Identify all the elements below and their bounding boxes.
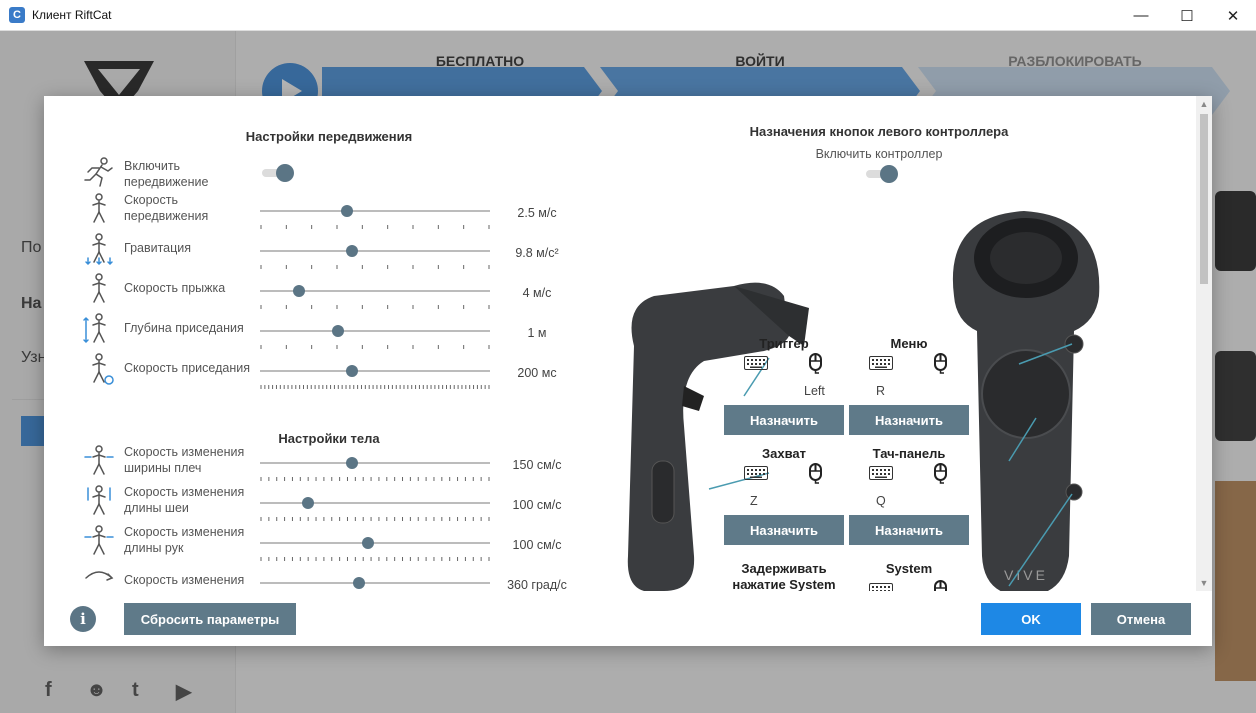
movement-slider[interactable] (260, 325, 490, 349)
body-slider-label: Скорость изменения длины рук (124, 525, 245, 555)
grip-assign-button[interactable]: Назначить (724, 515, 844, 545)
keyboard-icon[interactable] (744, 466, 768, 480)
menu-assign-button[interactable]: Назначить (849, 405, 969, 435)
keyboard-icon[interactable] (744, 356, 768, 370)
grip-binding-value: Z (750, 494, 758, 508)
slider-thumb[interactable] (332, 325, 345, 337)
jump-icon (82, 272, 116, 306)
running-icon (84, 157, 113, 187)
slider-thumb[interactable] (293, 285, 306, 297)
touchpad-binding-value: Q (876, 494, 886, 508)
body-slider-value: 150 см/с (512, 458, 562, 472)
menu-binding-label: Меню (890, 336, 928, 351)
keyboard-icon[interactable] (869, 583, 893, 591)
trigger-binding-value: Left (804, 384, 825, 398)
keyboard-icon[interactable] (869, 466, 893, 480)
slider-thumb[interactable] (346, 457, 358, 469)
rotation-icon (82, 564, 116, 591)
controller-section-title: Назначения кнопок левого контроллера (749, 124, 1009, 139)
system-hold-binding-label: Задерживать нажатие System на (732, 561, 836, 591)
slider-thumb[interactable] (352, 577, 365, 589)
mouse-icon[interactable] (806, 352, 826, 374)
maximize-button[interactable]: ☐ (1164, 0, 1210, 31)
body-slider-label: Скорость изменения ширины плеч (124, 445, 245, 475)
settings-scroll-area[interactable]: Настройки передвижения Включить передвиж… (44, 96, 1196, 591)
movement-slider-value: 4 м/с (522, 286, 552, 300)
system-binding-label: System (885, 561, 933, 576)
enable-controller-label: Включить контроллер (815, 147, 943, 161)
body-slider-value: 100 см/с (512, 538, 562, 552)
slider-thumb[interactable] (346, 245, 358, 257)
scroll-up-icon[interactable]: ▲ (1196, 96, 1212, 112)
title-bar: C Клиент RiftCat — ☐ ✕ (0, 0, 1256, 31)
movement-slider-value: 200 мс (517, 366, 557, 380)
gravity-icon (82, 232, 116, 266)
scroll-thumb[interactable] (1200, 114, 1208, 284)
enable-movement-label: Включить передвижение (124, 159, 209, 189)
arm-length-icon (82, 524, 116, 558)
movement-slider-label: Скорость прыжка (124, 281, 226, 295)
keyboard-icon[interactable] (869, 356, 893, 370)
body-slider[interactable] (260, 577, 490, 591)
movement-slider[interactable] (260, 205, 490, 229)
mouse-icon[interactable] (931, 352, 951, 374)
cancel-button[interactable]: Отмена (1091, 603, 1191, 635)
dialog-scrollbar[interactable]: ▲ ▼ (1196, 96, 1212, 591)
vive-brand-text: VIVE (1004, 567, 1048, 583)
grip-binding-label: Захват (761, 446, 807, 461)
slider-thumb[interactable] (362, 537, 375, 549)
movement-slider[interactable] (260, 245, 490, 269)
shoulder-width-icon (82, 444, 116, 478)
settings-dialog: Настройки передвижения Включить передвиж… (44, 96, 1212, 646)
riftcat-app-icon: C (9, 7, 25, 23)
body-slider-value: 360 град/с (507, 578, 567, 591)
crouch-depth-icon (82, 312, 116, 346)
slider-thumb[interactable] (302, 497, 315, 509)
movement-slider[interactable] (260, 365, 490, 389)
movement-slider-label: Скорость приседания (124, 361, 250, 375)
mouse-icon[interactable] (931, 462, 951, 484)
touchpad-binding-label: Тач-панель (872, 446, 946, 461)
movement-slider-label: Глубина приседания (124, 321, 244, 335)
body-slider-label: Скорость изменения длины шеи (124, 485, 245, 515)
movement-section-title: Настройки передвижения (245, 129, 413, 144)
neck-length-icon (82, 484, 116, 518)
body-slider[interactable] (260, 497, 490, 521)
trigger-binding-label: Триггер (759, 336, 809, 351)
movement-slider[interactable] (260, 285, 490, 309)
slider-thumb[interactable] (346, 365, 358, 377)
slider-thumb[interactable] (341, 205, 354, 217)
reset-settings-button[interactable]: Сбросить параметры (124, 603, 296, 635)
scroll-down-icon[interactable]: ▼ (1196, 575, 1212, 591)
info-icon[interactable]: i (70, 606, 96, 632)
close-window-button[interactable]: ✕ (1210, 0, 1256, 31)
menu-binding-value: R (876, 384, 886, 398)
movement-slider-value: 9.8 м/с² (515, 246, 559, 260)
movement-slider-value: 1 м (527, 326, 547, 340)
body-slider[interactable] (260, 537, 490, 561)
trigger-assign-button[interactable]: Назначить (724, 405, 844, 435)
movement-slider-label: Гравитация (124, 241, 192, 255)
movement-slider-label: Скорость передвижения (124, 193, 209, 223)
ok-button[interactable]: OK (981, 603, 1081, 635)
enable-movement-toggle[interactable] (262, 164, 296, 182)
mouse-icon[interactable] (806, 462, 826, 484)
walking-icon (82, 192, 116, 226)
mouse-icon[interactable] (931, 579, 951, 591)
minimize-button[interactable]: — (1118, 0, 1164, 31)
window-title: Клиент RiftCat (32, 8, 112, 22)
body-slider-label: Скорость изменения (124, 573, 245, 587)
movement-slider-value: 2.5 м/с (517, 206, 557, 220)
body-slider[interactable] (260, 457, 490, 481)
body-slider-value: 100 см/с (512, 498, 562, 512)
touchpad-assign-button[interactable]: Назначить (849, 515, 969, 545)
enable-controller-toggle[interactable] (866, 165, 900, 183)
crouch-speed-icon (82, 352, 116, 386)
